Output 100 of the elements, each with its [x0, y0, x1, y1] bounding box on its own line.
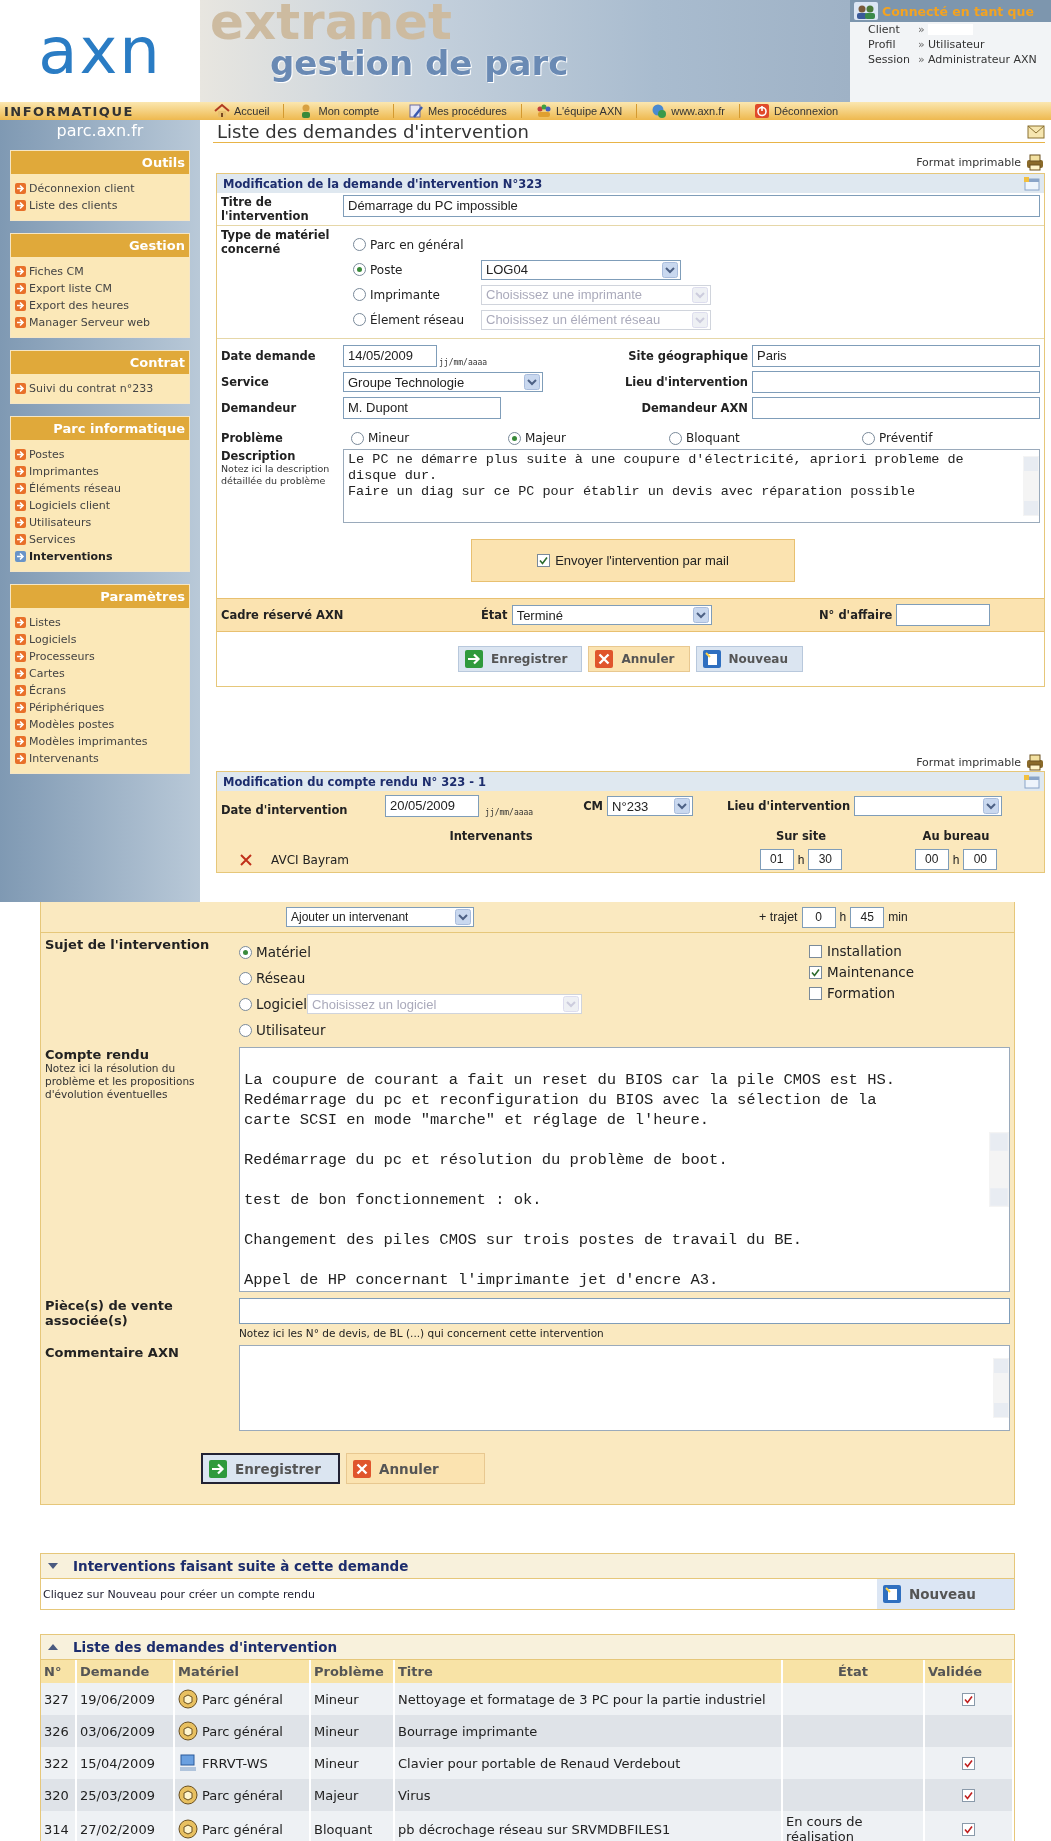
cancel-button[interactable]: Annuler: [588, 646, 690, 672]
text-field[interactable]: [896, 604, 991, 626]
sidebar-item[interactable]: Logiciels client: [15, 497, 189, 514]
new-button[interactable]: Nouveau: [695, 646, 803, 672]
save-button[interactable]: Enregistrer: [201, 1453, 340, 1484]
radio-button[interactable]: [669, 431, 682, 445]
sidebar-item[interactable]: Intervenants: [15, 750, 189, 767]
text-field[interactable]: [752, 371, 1040, 393]
sidebar-item[interactable]: Manager Serveur web: [15, 314, 189, 331]
date-field[interactable]: 20/05/2009: [385, 795, 479, 817]
print-link[interactable]: Format imprimable: [916, 755, 1021, 769]
dropdown[interactable]: N°233: [607, 796, 694, 816]
text-field[interactable]: [239, 1298, 1010, 1324]
text-field[interactable]: [752, 397, 1040, 419]
dropdown[interactable]: Groupe Technologie: [343, 372, 543, 392]
radio-button[interactable]: [239, 971, 252, 985]
checkbox-label[interactable]: Envoyer l'intervention par mail: [555, 553, 729, 568]
option-label[interactable]: Bloquant: [686, 431, 740, 445]
minutes-field[interactable]: 30: [808, 849, 843, 870]
text-field[interactable]: Démarrage du PC impossible: [343, 195, 1040, 217]
checkbox[interactable]: [809, 944, 822, 958]
checkbox-label[interactable]: Maintenance: [827, 964, 914, 980]
option-label[interactable]: Parc en général: [370, 237, 464, 252]
option-label[interactable]: Préventif: [879, 431, 933, 445]
cancel-button[interactable]: Annuler: [346, 1453, 485, 1484]
option-label[interactable]: Imprimante: [370, 287, 440, 302]
minutes-field[interactable]: 45: [850, 906, 885, 928]
sidebar-item[interactable]: Éléments réseau: [15, 480, 189, 497]
option-label[interactable]: Poste: [370, 262, 403, 277]
dropdown[interactable]: [854, 796, 1003, 816]
minutes-field[interactable]: 00: [963, 849, 998, 870]
column-header[interactable]: Demande: [76, 1660, 174, 1683]
checkbox[interactable]: [809, 965, 822, 979]
sidebar-item[interactable]: Cartes: [15, 665, 189, 682]
sidebar-item[interactable]: Export liste CM: [15, 280, 189, 297]
checkbox[interactable]: [962, 1788, 975, 1802]
dropdown[interactable]: Terminé: [511, 605, 712, 625]
checkbox[interactable]: [962, 1756, 975, 1770]
checkbox[interactable]: [962, 1822, 975, 1836]
sidebar-item[interactable]: Listes: [15, 614, 189, 631]
radio-button[interactable]: [508, 431, 521, 445]
column-header[interactable]: Titre: [394, 1660, 782, 1683]
print-link[interactable]: Format imprimable: [916, 155, 1021, 169]
date-field[interactable]: 14/05/2009: [343, 345, 437, 367]
sidebar-item[interactable]: Fiches CM: [15, 263, 189, 280]
radio-button[interactable]: [239, 945, 252, 959]
nav-link[interactable]: Déconnexion: [740, 103, 853, 119]
hours-field[interactable]: 0: [801, 906, 836, 928]
nav-link[interactable]: www.axn.fr: [637, 103, 739, 119]
column-header[interactable]: Matériel: [174, 1660, 310, 1683]
option-label[interactable]: Logiciel: [256, 996, 308, 1012]
sidebar-item[interactable]: Modèles imprimantes: [15, 733, 189, 750]
sidebar-item[interactable]: Postes: [15, 446, 189, 463]
option-label[interactable]: Élement réseau: [370, 312, 465, 327]
radio-button[interactable]: [353, 313, 366, 326]
radio-button[interactable]: [353, 288, 366, 301]
column-header[interactable]: Problème: [310, 1660, 394, 1683]
checkbox[interactable]: [809, 986, 822, 1000]
save-button[interactable]: Enregistrer: [458, 646, 583, 672]
nav-link[interactable]: Mon compte: [284, 103, 393, 119]
dropdown[interactable]: Ajouter un intervenant: [286, 907, 474, 927]
sidebar-item[interactable]: Modèles postes: [15, 716, 189, 733]
sidebar-item[interactable]: Imprimantes: [15, 463, 189, 480]
sidebar-item[interactable]: Liste des clients: [15, 197, 189, 214]
checkbox[interactable]: [537, 554, 551, 567]
sidebar-item[interactable]: Écrans: [15, 682, 189, 699]
column-header[interactable]: N°: [41, 1660, 76, 1683]
sidebar-item[interactable]: Déconnexion client: [15, 180, 189, 197]
radio-button[interactable]: [351, 431, 364, 445]
radio-button[interactable]: [862, 431, 875, 445]
option-label[interactable]: Majeur: [525, 431, 566, 445]
sidebar-item[interactable]: Interventions: [15, 548, 189, 565]
radio-button[interactable]: [353, 263, 366, 276]
radio-button[interactable]: [353, 238, 366, 251]
text-area[interactable]: Le PC ne démarre plus suite à une coupure d'électricité, apriori probleme de disque dur. Faire un diag sur ce PC pour établir un devis avec réparation possible: [343, 449, 1040, 523]
hours-field[interactable]: 01: [759, 849, 794, 870]
radio-button[interactable]: [239, 997, 252, 1011]
option-label[interactable]: Matériel: [256, 944, 311, 960]
section-header[interactable]: Liste des demandes d'intervention: [41, 1635, 1014, 1660]
sidebar-item[interactable]: Suivi du contrat n°233: [15, 380, 189, 397]
option-label[interactable]: Utilisateur: [256, 1022, 326, 1038]
checkbox[interactable]: [962, 1692, 975, 1706]
dropdown[interactable]: LOG04: [481, 259, 681, 280]
checkbox-label[interactable]: Installation: [827, 943, 902, 959]
sidebar-item[interactable]: Logiciels: [15, 631, 189, 648]
text-area[interactable]: La coupure de courant a fait un reset du BIOS car la pile CMOS est HS. Redémarrage du pc et reconfiguration du BIOS avec la sélection de la carte SCSI en mode "marche" et réglage de l'heure. Redémarrage du pc et résolution du problème de boot. test de bon fonctionnement : ok. Changement des piles CMOS sur trois postes de travail du BE. Appel de HP concernant l'imprimante jet d'encre A3.: [239, 1047, 1010, 1292]
new-button[interactable]: Nouveau: [877, 1579, 1014, 1609]
text-field[interactable]: M. Dupont: [343, 397, 501, 419]
sidebar-item[interactable]: Utilisateurs: [15, 514, 189, 531]
text-area[interactable]: [239, 1345, 1010, 1431]
sidebar-item[interactable]: Services: [15, 531, 189, 548]
nav-link[interactable]: Accueil: [200, 103, 284, 119]
sidebar-item[interactable]: Export des heures: [15, 297, 189, 314]
sidebar-item[interactable]: Périphériques: [15, 699, 189, 716]
checkbox-label[interactable]: Formation: [827, 985, 896, 1001]
nav-link[interactable]: L'équipe AXN: [521, 103, 637, 119]
option-label[interactable]: Réseau: [256, 970, 306, 986]
sidebar-item[interactable]: Processeurs: [15, 648, 189, 665]
section-header[interactable]: Interventions faisant suite à cette demande: [41, 1554, 1014, 1579]
hours-field[interactable]: 00: [914, 849, 949, 870]
